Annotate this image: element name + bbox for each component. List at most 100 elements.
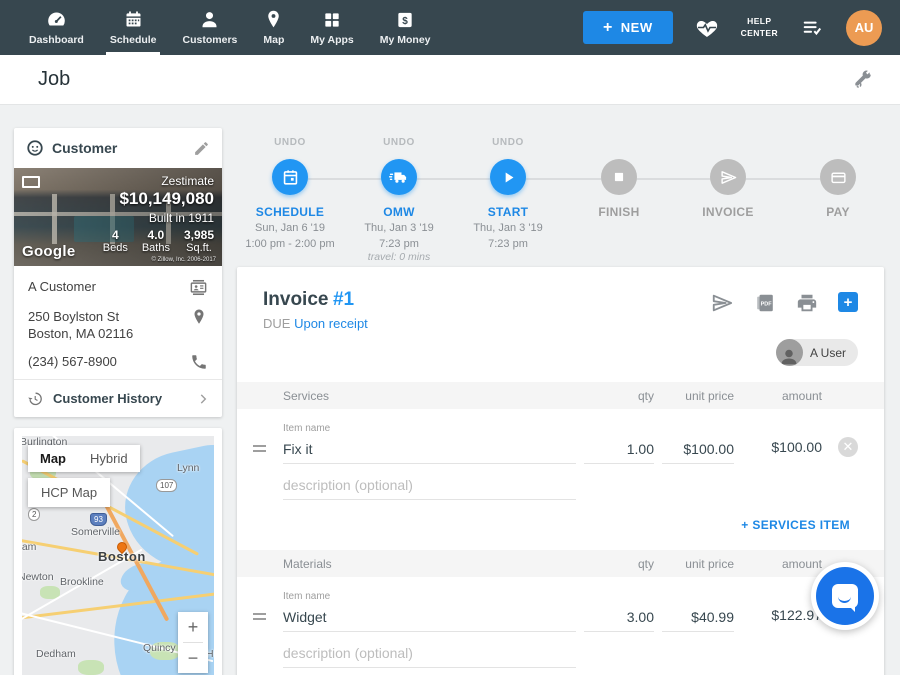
- amount-column-header: amount: [742, 389, 822, 403]
- customer-details: A Customer 250 Boylston St Boston, MA 02…: [14, 266, 222, 379]
- undo-omw-button[interactable]: UNDO: [339, 137, 459, 153]
- route-107-shield: 107: [156, 479, 177, 492]
- nav-label: My Apps: [310, 34, 353, 46]
- service-description-row: [237, 474, 884, 500]
- due-value-link[interactable]: Upon receipt: [294, 316, 368, 331]
- history-icon: [26, 390, 43, 407]
- customers-icon: [199, 9, 220, 30]
- step-date: Thu, Jan 3 '19: [339, 221, 459, 235]
- material-unit-price-input[interactable]: [662, 606, 734, 632]
- hcp-map-button[interactable]: HCP Map: [28, 478, 110, 507]
- nav-item-schedule[interactable]: Schedule: [97, 0, 170, 55]
- material-description-input[interactable]: [283, 642, 576, 668]
- avatar-initials: AU: [855, 20, 874, 35]
- print-icon[interactable]: [796, 292, 818, 314]
- google-logo: Google: [22, 243, 75, 260]
- service-description-input[interactable]: [283, 474, 576, 500]
- location-pin-icon[interactable]: [190, 308, 208, 326]
- zestimate-value: $10,149,080: [103, 189, 214, 209]
- customer-address-row: 250 Boylston St Boston, MA 02116: [28, 308, 208, 342]
- i93-shield: 93: [90, 513, 107, 526]
- streetview-toggle-icon[interactable]: [22, 176, 40, 188]
- customer-card: Customer Zestimate $10,149,080 Built in …: [14, 128, 222, 417]
- send-invoice-icon[interactable]: [710, 292, 734, 314]
- zoom-in-button[interactable]: +: [178, 612, 208, 642]
- timeline-step-start: UNDO START Thu, Jan 3 '19 7:23 pm: [448, 137, 568, 251]
- nav-item-map[interactable]: Map: [250, 0, 297, 55]
- start-step-play-icon[interactable]: [490, 159, 526, 195]
- map-label-quincy: Quincy: [143, 642, 176, 654]
- map-zoom-control: + −: [178, 612, 208, 673]
- add-services-item-link[interactable]: + SERVICES ITEM: [741, 518, 850, 532]
- nav-item-dashboard[interactable]: Dashboard: [16, 0, 97, 55]
- assignee-avatar-icon: [776, 339, 803, 366]
- invoice-number[interactable]: #1: [333, 289, 354, 310]
- sqft-value: 3,985: [184, 228, 214, 242]
- customer-phone: (234) 567-8900: [28, 353, 117, 370]
- service-item-name-input[interactable]: [283, 438, 576, 464]
- customer-history-row[interactable]: Customer History: [14, 379, 222, 417]
- assignee-name: A User: [810, 346, 846, 360]
- invoice-step-send-icon[interactable]: [710, 159, 746, 195]
- timeline-step-finish: FINISH: [559, 137, 679, 219]
- step-time: 7:23 pm: [339, 237, 459, 251]
- help-center-label-1: HELP: [741, 16, 778, 27]
- step-label: SCHEDULE: [230, 205, 350, 219]
- nav-item-my-money[interactable]: $ My Money: [367, 0, 444, 55]
- materials-header-row: Materials qty unit price amount: [237, 550, 884, 577]
- customer-card-header: Customer: [14, 128, 222, 168]
- drag-handle-icon[interactable]: [249, 613, 275, 632]
- unit-price-column-header: unit price: [662, 389, 734, 403]
- zillow-copyright: © Zillow, Inc. 2006-2017: [152, 257, 216, 263]
- contact-card-icon[interactable]: [189, 278, 208, 297]
- phone-icon[interactable]: [190, 353, 208, 371]
- material-description-row: [237, 642, 884, 668]
- step-time: 1:00 pm - 2:00 pm: [230, 237, 350, 251]
- top-nav: Dashboard Schedule Customers Map My Apps: [0, 0, 900, 55]
- help-center-button[interactable]: HELP CENTER: [741, 16, 778, 38]
- address-line-2: Boston, MA 02116: [28, 326, 133, 341]
- service-amount: $100.00: [742, 439, 822, 464]
- nav-label: My Money: [380, 34, 431, 46]
- heart-pulse-icon[interactable]: [694, 16, 720, 40]
- material-item-name-input[interactable]: [283, 606, 576, 632]
- zoom-out-button[interactable]: −: [178, 643, 208, 673]
- new-button[interactable]: + NEW: [583, 11, 673, 44]
- edit-pencil-icon[interactable]: [193, 140, 210, 157]
- user-avatar[interactable]: AU: [846, 10, 882, 46]
- omw-step-truck-icon[interactable]: [381, 159, 417, 195]
- material-qty-input[interactable]: [584, 606, 654, 632]
- plus-icon: +: [603, 23, 613, 33]
- qty-column-header: qty: [584, 557, 654, 571]
- nav-item-my-apps[interactable]: My Apps: [297, 0, 366, 55]
- step-label: OMW: [339, 205, 459, 219]
- task-list-icon[interactable]: [799, 17, 825, 39]
- map-pin-icon: [263, 9, 284, 30]
- pdf-icon[interactable]: PDF: [754, 292, 776, 314]
- step-time: 7:23 pm: [448, 237, 568, 251]
- undo-schedule-button[interactable]: UNDO: [230, 137, 350, 153]
- nav-item-customers[interactable]: Customers: [170, 0, 251, 55]
- unit-price-column-header: unit price: [662, 557, 734, 571]
- pay-step-card-icon[interactable]: [820, 159, 856, 195]
- job-settings-wrench-icon[interactable]: [852, 69, 874, 91]
- remove-service-item-icon[interactable]: ✕: [838, 437, 858, 457]
- service-qty-input[interactable]: [584, 438, 654, 464]
- drag-handle-icon[interactable]: [249, 445, 275, 464]
- service-unit-price-input[interactable]: [662, 438, 734, 464]
- map-label-newton: Newton: [22, 571, 54, 583]
- chat-support-button[interactable]: [811, 562, 879, 630]
- map-type-map-button[interactable]: Map: [28, 445, 78, 472]
- chevron-right-icon: [196, 392, 210, 406]
- finish-step-stop-icon[interactable]: [601, 159, 637, 195]
- customer-name: A Customer: [28, 278, 96, 295]
- timeline-step-schedule: UNDO SCHEDULE Sun, Jan 6 '19 1:00 pm - 2…: [230, 137, 350, 251]
- add-invoice-button[interactable]: +: [838, 292, 858, 312]
- map-type-hybrid-button[interactable]: Hybrid: [78, 445, 140, 472]
- item-name-label: Item name: [283, 423, 576, 434]
- undo-start-button[interactable]: UNDO: [448, 137, 568, 153]
- invoice-title: Invoice: [263, 289, 328, 310]
- assignee-pill[interactable]: A User: [776, 339, 858, 366]
- schedule-step-calendar-icon[interactable]: [272, 159, 308, 195]
- map-canvas[interactable]: Burlington Lynn 107 2 93 Somerville ham …: [22, 436, 214, 675]
